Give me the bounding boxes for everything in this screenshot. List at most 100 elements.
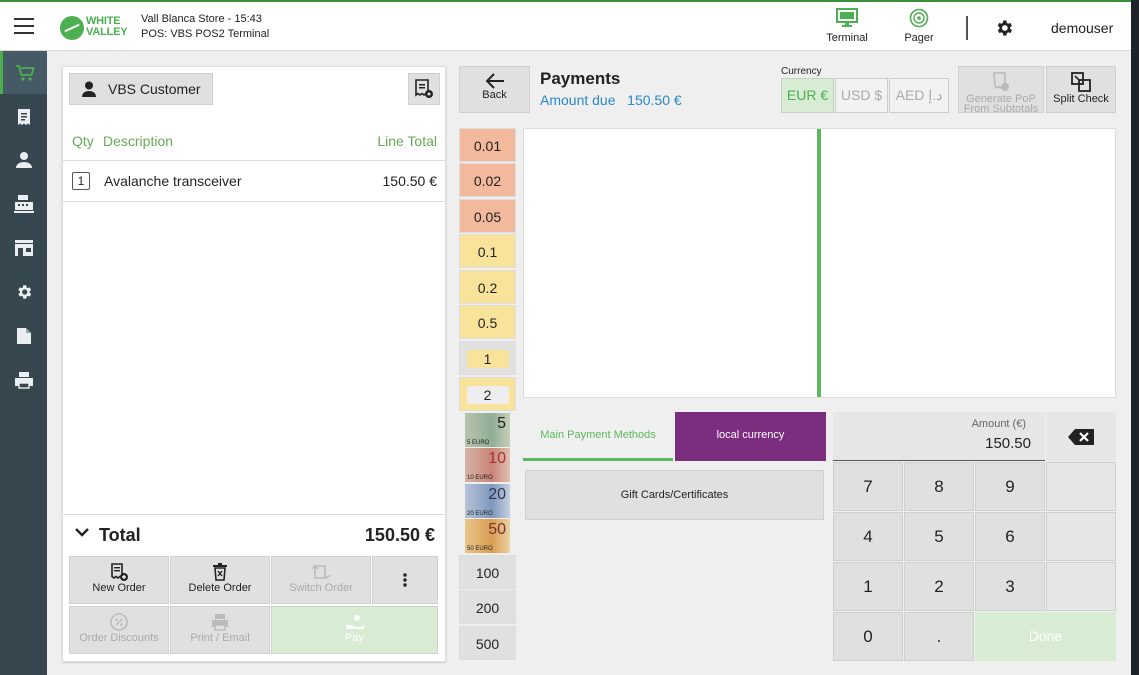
more-options-button[interactable] — [372, 556, 438, 604]
denom-2[interactable]: 2 — [459, 377, 516, 411]
chevron-down-icon[interactable] — [75, 527, 89, 537]
receipt-settings-icon — [415, 79, 433, 98]
pay-label: Pay — [345, 632, 364, 644]
amount-field[interactable]: Amount (€) 150.50 — [833, 412, 1045, 461]
pos-line: POS: VBS POS2 Terminal — [141, 28, 270, 40]
sidebar-item-customers[interactable] — [0, 138, 47, 181]
settings-gear-icon[interactable] — [994, 18, 1014, 38]
key-5[interactable]: 5 — [904, 512, 974, 561]
denom-2-label: 2 — [466, 386, 509, 404]
sidebar-item-register[interactable] — [0, 182, 47, 225]
denom-1[interactable]: 1 — [459, 341, 516, 375]
key-6[interactable]: 6 — [975, 512, 1045, 561]
amount-due: Amount due 150.50 € — [540, 92, 682, 108]
username[interactable]: demouser — [1051, 20, 1113, 36]
sidebar-item-store[interactable] — [0, 226, 47, 269]
order-line[interactable]: 1 Avalanche transceiver 150.50 € — [63, 162, 445, 202]
sidebar-item-documents[interactable] — [0, 314, 47, 357]
backspace-icon — [1068, 428, 1094, 445]
customer-name: VBS Customer — [108, 81, 201, 97]
new-order-button[interactable]: New Order — [69, 556, 169, 604]
sidebar-item-printer[interactable] — [0, 358, 47, 401]
banknote-5[interactable]: 5 5 EURO — [465, 413, 510, 447]
key-0[interactable]: 0 — [833, 612, 903, 661]
banknote-10[interactable]: 10 10 EURO — [465, 448, 510, 482]
key-1[interactable]: 1 — [833, 562, 903, 611]
tab-local-currency[interactable]: local currency — [675, 412, 826, 461]
amount-due-label: Amount due — [540, 92, 616, 108]
back-button[interactable]: Back — [459, 66, 530, 113]
sidebar — [0, 51, 47, 675]
line-qty[interactable]: 1 — [72, 172, 90, 190]
banknote-20-value: 20 — [488, 486, 506, 503]
sidebar-item-settings[interactable] — [0, 270, 47, 313]
pos-app: WHITE VALLEY Vall Blanca Store - 15:43 PO… — [0, 0, 1131, 675]
order-panel: VBS Customer Qty Description Line Total … — [62, 66, 446, 662]
sidebar-item-cart[interactable] — [0, 51, 47, 94]
amount-value[interactable]: 150.50 — [985, 435, 1031, 452]
split-check-icon — [1071, 72, 1091, 92]
sidebar-item-receipts[interactable] — [0, 95, 47, 138]
denom-0-05[interactable]: 0.05 — [459, 199, 516, 233]
key-blank — [1046, 462, 1116, 511]
switch-order-button[interactable]: Switch Order — [271, 556, 371, 604]
generate-pop-button[interactable]: Generate PoP From Subtotals — [958, 66, 1044, 115]
banknote-5-value: 5 — [497, 415, 506, 432]
key-3[interactable]: 3 — [975, 562, 1045, 611]
key-2[interactable]: 2 — [904, 562, 974, 611]
gift-cards-button[interactable]: Gift Cards/Certificates — [525, 470, 824, 520]
payment-divider — [817, 129, 821, 397]
order-discounts-button[interactable]: Order Discounts — [69, 606, 169, 654]
key-decimal[interactable]: . — [904, 612, 974, 661]
total-row[interactable]: Total 150.50 € — [63, 514, 445, 554]
banknote-5-caption: 5 EURO — [467, 440, 490, 446]
terminal-label: Terminal — [826, 32, 868, 44]
new-order-label: New Order — [92, 582, 146, 594]
denom-0-2[interactable]: 0.2 — [459, 270, 516, 304]
background-window-edge — [1131, 0, 1139, 675]
print-email-button[interactable]: Print / Email — [170, 606, 270, 654]
key-7[interactable]: 7 — [833, 462, 903, 511]
denom-200[interactable]: 200 — [459, 590, 516, 624]
delete-order-button[interactable]: Delete Order — [170, 556, 270, 604]
key-9[interactable]: 9 — [975, 462, 1045, 511]
currency-eur-button[interactable]: EUR € — [781, 78, 834, 113]
denom-0-1[interactable]: 0.1 — [459, 234, 516, 268]
receipt-settings-button[interactable] — [408, 73, 440, 105]
col-description: Description — [103, 133, 174, 149]
key-4[interactable]: 4 — [833, 512, 903, 561]
terminal-button[interactable]: Terminal — [820, 8, 874, 50]
denom-500[interactable]: 500 — [459, 626, 516, 660]
currency-aed-button[interactable]: AED د.إ — [889, 78, 949, 113]
col-qty: Qty — [72, 133, 94, 149]
line-description: Avalanche transceiver — [104, 173, 242, 189]
denom-100[interactable]: 100 — [459, 555, 516, 589]
order-discounts-label: Order Discounts — [79, 632, 159, 644]
denom-0-01[interactable]: 0.01 — [459, 128, 516, 162]
denom-0-5[interactable]: 0.5 — [459, 305, 516, 339]
generate-pop-label: Generate PoP From Subtotals — [963, 93, 1039, 115]
person-icon — [82, 81, 96, 97]
customer-button[interactable]: VBS Customer — [69, 73, 213, 105]
split-check-button[interactable]: Split Check — [1046, 66, 1116, 113]
done-button[interactable]: Done — [975, 612, 1116, 661]
pager-button[interactable]: Pager — [897, 8, 941, 50]
banknote-20[interactable]: 20 20 EURO — [465, 484, 510, 518]
key-8[interactable]: 8 — [904, 462, 974, 511]
new-order-icon — [111, 563, 128, 581]
pay-button[interactable]: Pay — [271, 606, 438, 654]
menu-icon[interactable] — [14, 18, 34, 34]
banknote-50[interactable]: 50 50 EURO — [465, 519, 510, 553]
pager-icon — [909, 8, 929, 28]
printer-icon — [14, 371, 33, 389]
banknote-50-caption: 50 EURO — [467, 546, 493, 552]
line-total: 150.50 € — [382, 173, 438, 189]
total-label: Total — [99, 525, 141, 545]
currency-usd-button[interactable]: USD $ — [835, 78, 888, 113]
backspace-button[interactable] — [1046, 412, 1116, 461]
denom-0-02[interactable]: 0.02 — [459, 163, 516, 197]
banknote-50-value: 50 — [488, 521, 506, 538]
cash-register-icon — [13, 194, 34, 213]
pay-hand-icon — [345, 615, 364, 629]
tab-main-payment-methods[interactable]: Main Payment Methods — [523, 412, 673, 461]
